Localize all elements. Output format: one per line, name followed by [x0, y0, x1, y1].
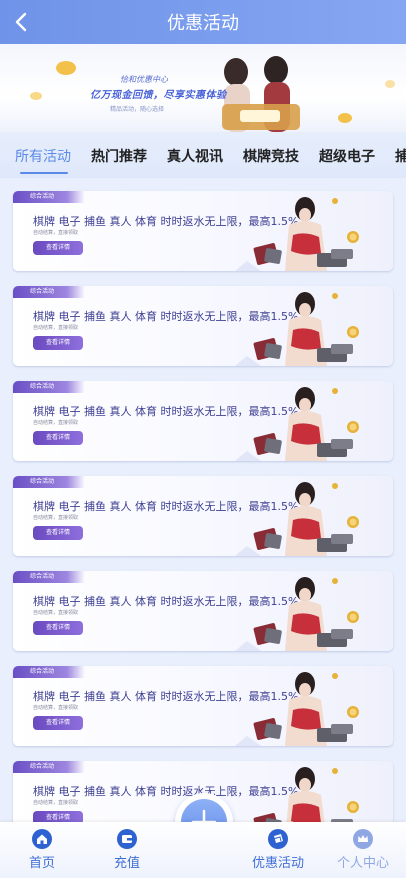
wallet-icon [117, 829, 137, 849]
card-tag: 综合活动 [13, 476, 85, 488]
card-subtitle: 自动结算，直接领取 [33, 610, 79, 616]
tab-chess[interactable]: 棋牌竞技 [243, 146, 299, 166]
card-tag: 综合活动 [13, 286, 85, 298]
nav-home[interactable]: 首页 [7, 828, 77, 871]
card-tag: 综合活动 [13, 761, 85, 773]
dealer-illustration-icon [235, 482, 359, 556]
nav-recharge[interactable]: 充值 [92, 828, 162, 871]
back-arrow-icon[interactable] [8, 8, 36, 36]
nav-promotions-label: 优惠活动 [251, 856, 304, 871]
dealer-illustration-icon [235, 672, 359, 746]
view-details-button[interactable]: 查看详情 [33, 431, 83, 445]
card-tag: 综合活动 [13, 381, 85, 393]
tab-fishing[interactable]: 捕鱼 [395, 146, 406, 166]
banner-subcaption: 精品活动，随心选择 [110, 106, 165, 113]
view-details-button[interactable]: 查看详情 [33, 241, 83, 255]
card-subtitle: 自动结算，直接领取 [33, 515, 79, 521]
view-details-button[interactable]: 查看详情 [33, 526, 83, 540]
crown-icon [353, 829, 373, 849]
bottom-nav: 首页 充值 优惠活动 个人中心 [0, 822, 406, 878]
tab-hot[interactable]: 热门推荐 [91, 146, 147, 166]
card-tag: 综合活动 [13, 571, 85, 583]
card-subtitle: 自动结算，直接领取 [33, 705, 79, 711]
gift-icon [268, 829, 288, 849]
card-subtitle: 自动结算，直接领取 [33, 230, 79, 236]
promo-card[interactable]: 综合活动 棋牌 电子 捕鱼 真人 体育 时时返水无上限，最高1.5% 自动结算，直接… [13, 191, 393, 271]
category-tabs: 所有活动 热门推荐 真人视讯 棋牌竞技 超级电子 捕鱼 [0, 132, 406, 178]
home-icon [32, 829, 52, 849]
tab-all[interactable]: 所有活动 [15, 146, 71, 166]
card-tag: 综合活动 [13, 191, 85, 203]
dealer-illustration-icon [235, 577, 359, 651]
dealer-illustration-icon [235, 292, 359, 366]
card-subtitle: 自动结算，直接领取 [33, 420, 79, 426]
dealer-illustration-icon [235, 197, 359, 271]
promo-banner[interactable]: 恰和优惠中心 亿万现金回馈，尽享实惠体验 精品活动，随心选择 [0, 44, 406, 132]
view-details-button[interactable]: 查看详情 [33, 716, 83, 730]
page-title: 优惠活动 [167, 13, 239, 34]
promo-card[interactable]: 综合活动 棋牌 电子 捕鱼 真人 体育 时时返水无上限，最高1.5% 自动结算，直接… [13, 286, 393, 366]
card-subtitle: 自动结算，直接领取 [33, 800, 79, 806]
nav-home-label: 首页 [28, 856, 55, 871]
promo-card[interactable]: 综合活动 棋牌 电子 捕鱼 真人 体育 时时返水无上限，最高1.5% 自动结算，直接… [13, 666, 393, 746]
dealer-illustration-icon [235, 387, 359, 461]
nav-promotions[interactable]: 优惠活动 [243, 828, 313, 871]
nav-recharge-label: 充值 [113, 856, 140, 871]
header-bar: 优惠活动 [0, 0, 406, 44]
tab-slots[interactable]: 超级电子 [319, 146, 375, 166]
promo-card[interactable]: 综合活动 棋牌 电子 捕鱼 真人 体育 时时返水无上限，最高1.5% 自动结算，直接… [13, 476, 393, 556]
card-subtitle: 自动结算，直接领取 [33, 325, 79, 331]
tab-active-indicator [20, 172, 68, 174]
banner-caption: 恰和优惠中心 [120, 75, 168, 84]
nav-profile[interactable]: 个人中心 [328, 828, 398, 871]
view-details-button[interactable]: 查看详情 [33, 336, 83, 350]
view-details-button[interactable]: 查看详情 [33, 621, 83, 635]
tab-live[interactable]: 真人视讯 [167, 146, 223, 166]
card-tag: 综合活动 [13, 666, 85, 678]
nav-profile-label: 个人中心 [336, 856, 389, 871]
promo-card[interactable]: 综合活动 棋牌 电子 捕鱼 真人 体育 时时返水无上限，最高1.5% 自动结算，直接… [13, 381, 393, 461]
banner-headline: 亿万现金回馈，尽享实惠体验 [90, 90, 227, 101]
promo-card[interactable]: 综合活动 棋牌 电子 捕鱼 真人 体育 时时返水无上限，最高1.5% 自动结算，直接… [13, 571, 393, 651]
